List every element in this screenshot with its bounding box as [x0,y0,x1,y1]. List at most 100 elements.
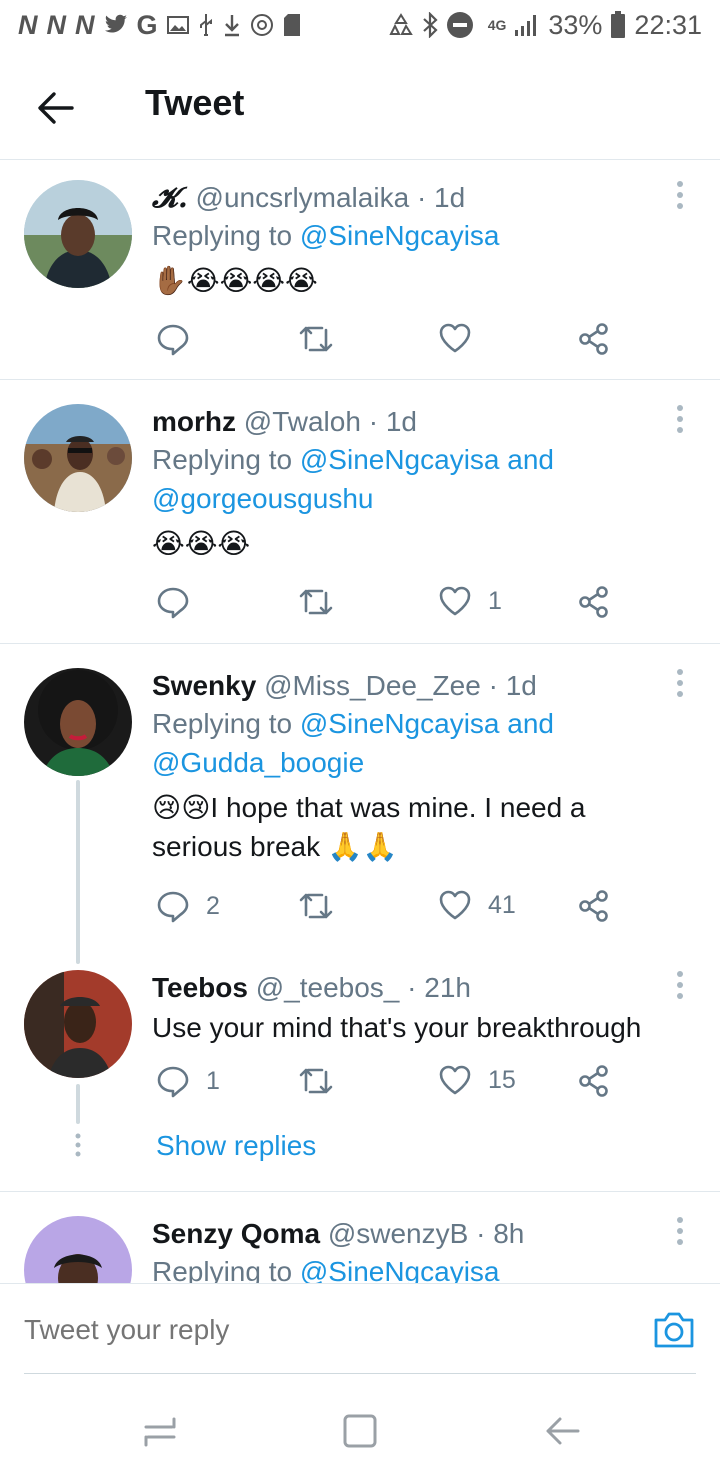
tweet-text: Use your mind that's your breakthrough [152,1012,642,1043]
battery-percent: 33% [548,9,603,40]
show-replies-link[interactable]: Show replies [156,1130,316,1162]
like-button[interactable]: 41 [438,889,516,921]
retweet-icon [299,893,333,919]
avatar[interactable] [24,180,132,288]
display-name[interactable]: Swenky [152,670,256,701]
tweet-text-line: 😢😢I hope that was mine. I need a [152,792,586,823]
heart-icon [439,890,471,920]
separator: · [368,406,379,437]
reply-button[interactable] [156,585,206,619]
mention-link[interactable]: @SineNgcayisa [300,220,500,251]
like-button[interactable] [438,322,488,354]
share-button[interactable] [578,1064,610,1098]
username[interactable]: @uncsrlymalaika [196,182,410,213]
username[interactable]: @Twaloh [244,406,361,437]
reply-icon [157,587,189,619]
retweet-button[interactable] [298,585,334,619]
tweet[interactable]: Swenky @Miss_Dee_Zee · 1d Replying to @S… [0,644,720,964]
reply-button[interactable] [156,322,206,356]
more-options-button[interactable] [672,404,688,434]
mention-link[interactable]: @SineNgcayisa [300,444,500,475]
signal-icon [514,13,540,37]
share-icon [579,1065,608,1097]
avatar[interactable] [24,404,132,512]
timestamp[interactable]: 21h [424,972,471,1003]
tweet[interactable]: Senzy Qoma @swenzyB · 8h Replying to @Si… [0,1192,720,1283]
reply-button[interactable]: 1 [156,1064,220,1098]
timestamp[interactable]: 1d [506,670,537,701]
more-options-button[interactable] [672,970,688,1000]
heart-icon [439,323,471,353]
timestamp[interactable]: 8h [493,1218,524,1249]
reply-input[interactable] [24,1314,584,1346]
share-button[interactable] [578,889,610,923]
retweet-icon [299,589,333,615]
mention-conjunction: and [507,444,554,475]
page-title: Tweet [145,82,245,123]
reply-icon [157,1066,189,1098]
retweet-button[interactable] [298,322,334,356]
replying-to: Replying to @SineNgcayisa and @gorgeousg… [152,440,670,518]
display-name[interactable]: 𝓚. [152,181,188,214]
mention-link[interactable]: @SineNgcayisa [300,1256,500,1283]
separator: · [416,182,427,213]
more-options-button[interactable] [672,180,688,210]
timestamp[interactable]: 1d [434,182,465,213]
separator: · [407,972,417,1003]
replying-to-label: Replying to [152,444,293,475]
bluetooth-icon [422,12,438,38]
thread-connector [76,1084,80,1124]
mention-link[interactable]: @gorgeousgushu [152,483,373,514]
share-icon [579,323,608,355]
timestamp[interactable]: 1d [386,406,417,437]
mention-link[interactable]: @SineNgcayisa [300,708,500,739]
tweet[interactable]: 𝓚. @uncsrlymalaika · 1d Replying to @Sin… [0,160,720,380]
notification-n-icon: N [75,9,95,40]
separator: · [488,670,498,701]
recycle-icon [388,13,414,37]
replying-to: Replying to @SineNgcayisa [152,1252,670,1283]
reply-button[interactable]: 2 [156,889,220,923]
tweet-header: morhz @Twaloh · 1d [152,404,670,440]
tweet-actions: 2 41 [152,889,622,929]
more-options-button[interactable] [672,668,688,698]
tweet[interactable]: Teebos @_teebos_ · 21h Use your mind tha… [0,964,720,1192]
like-button[interactable]: 1 [438,585,502,617]
more-vertical-icon [677,405,683,433]
username[interactable]: @swenzyB [328,1218,468,1249]
username[interactable]: @Miss_Dee_Zee [264,670,481,701]
back-button[interactable] [36,88,76,128]
like-count: 1 [488,586,502,615]
recent-apps-button[interactable] [140,1411,180,1451]
avatar[interactable] [24,1216,132,1283]
reply-count: 1 [206,1066,220,1095]
tweet[interactable]: morhz @Twaloh · 1d Replying to @SineNgca… [0,380,720,644]
avatar[interactable] [24,668,132,776]
like-button[interactable]: 15 [438,1064,516,1096]
display-name[interactable]: Teebos [152,972,248,1003]
home-button[interactable] [340,1411,380,1451]
replying-to: Replying to @SineNgcayisa and @Gudda_boo… [152,704,670,782]
more-vertical-icon [677,669,683,697]
replying-to-label: Replying to [152,220,293,251]
gallery-icon [166,15,189,35]
mention-link[interactable]: @Gudda_boogie [152,747,364,778]
retweet-button[interactable] [298,889,334,923]
tweet-header: Teebos @_teebos_ · 21h [152,970,670,1006]
replying-to: Replying to @SineNgcayisa [152,216,670,255]
avatar[interactable] [24,970,132,1078]
add-photo-button[interactable] [652,1310,696,1350]
like-count: 41 [488,890,516,919]
replying-to-label: Replying to [152,1256,293,1283]
retweet-button[interactable] [298,1064,334,1098]
display-name[interactable]: Senzy Qoma [152,1218,320,1249]
username[interactable]: @_teebos_ [256,972,400,1003]
system-back-button[interactable] [542,1411,582,1451]
share-button[interactable] [578,322,610,356]
display-name[interactable]: morhz [152,406,236,437]
reply-icon [157,891,189,923]
more-options-button[interactable] [672,1216,688,1246]
notification-n-icon: N [46,9,67,40]
share-button[interactable] [578,585,610,619]
sync-icon [250,13,274,37]
